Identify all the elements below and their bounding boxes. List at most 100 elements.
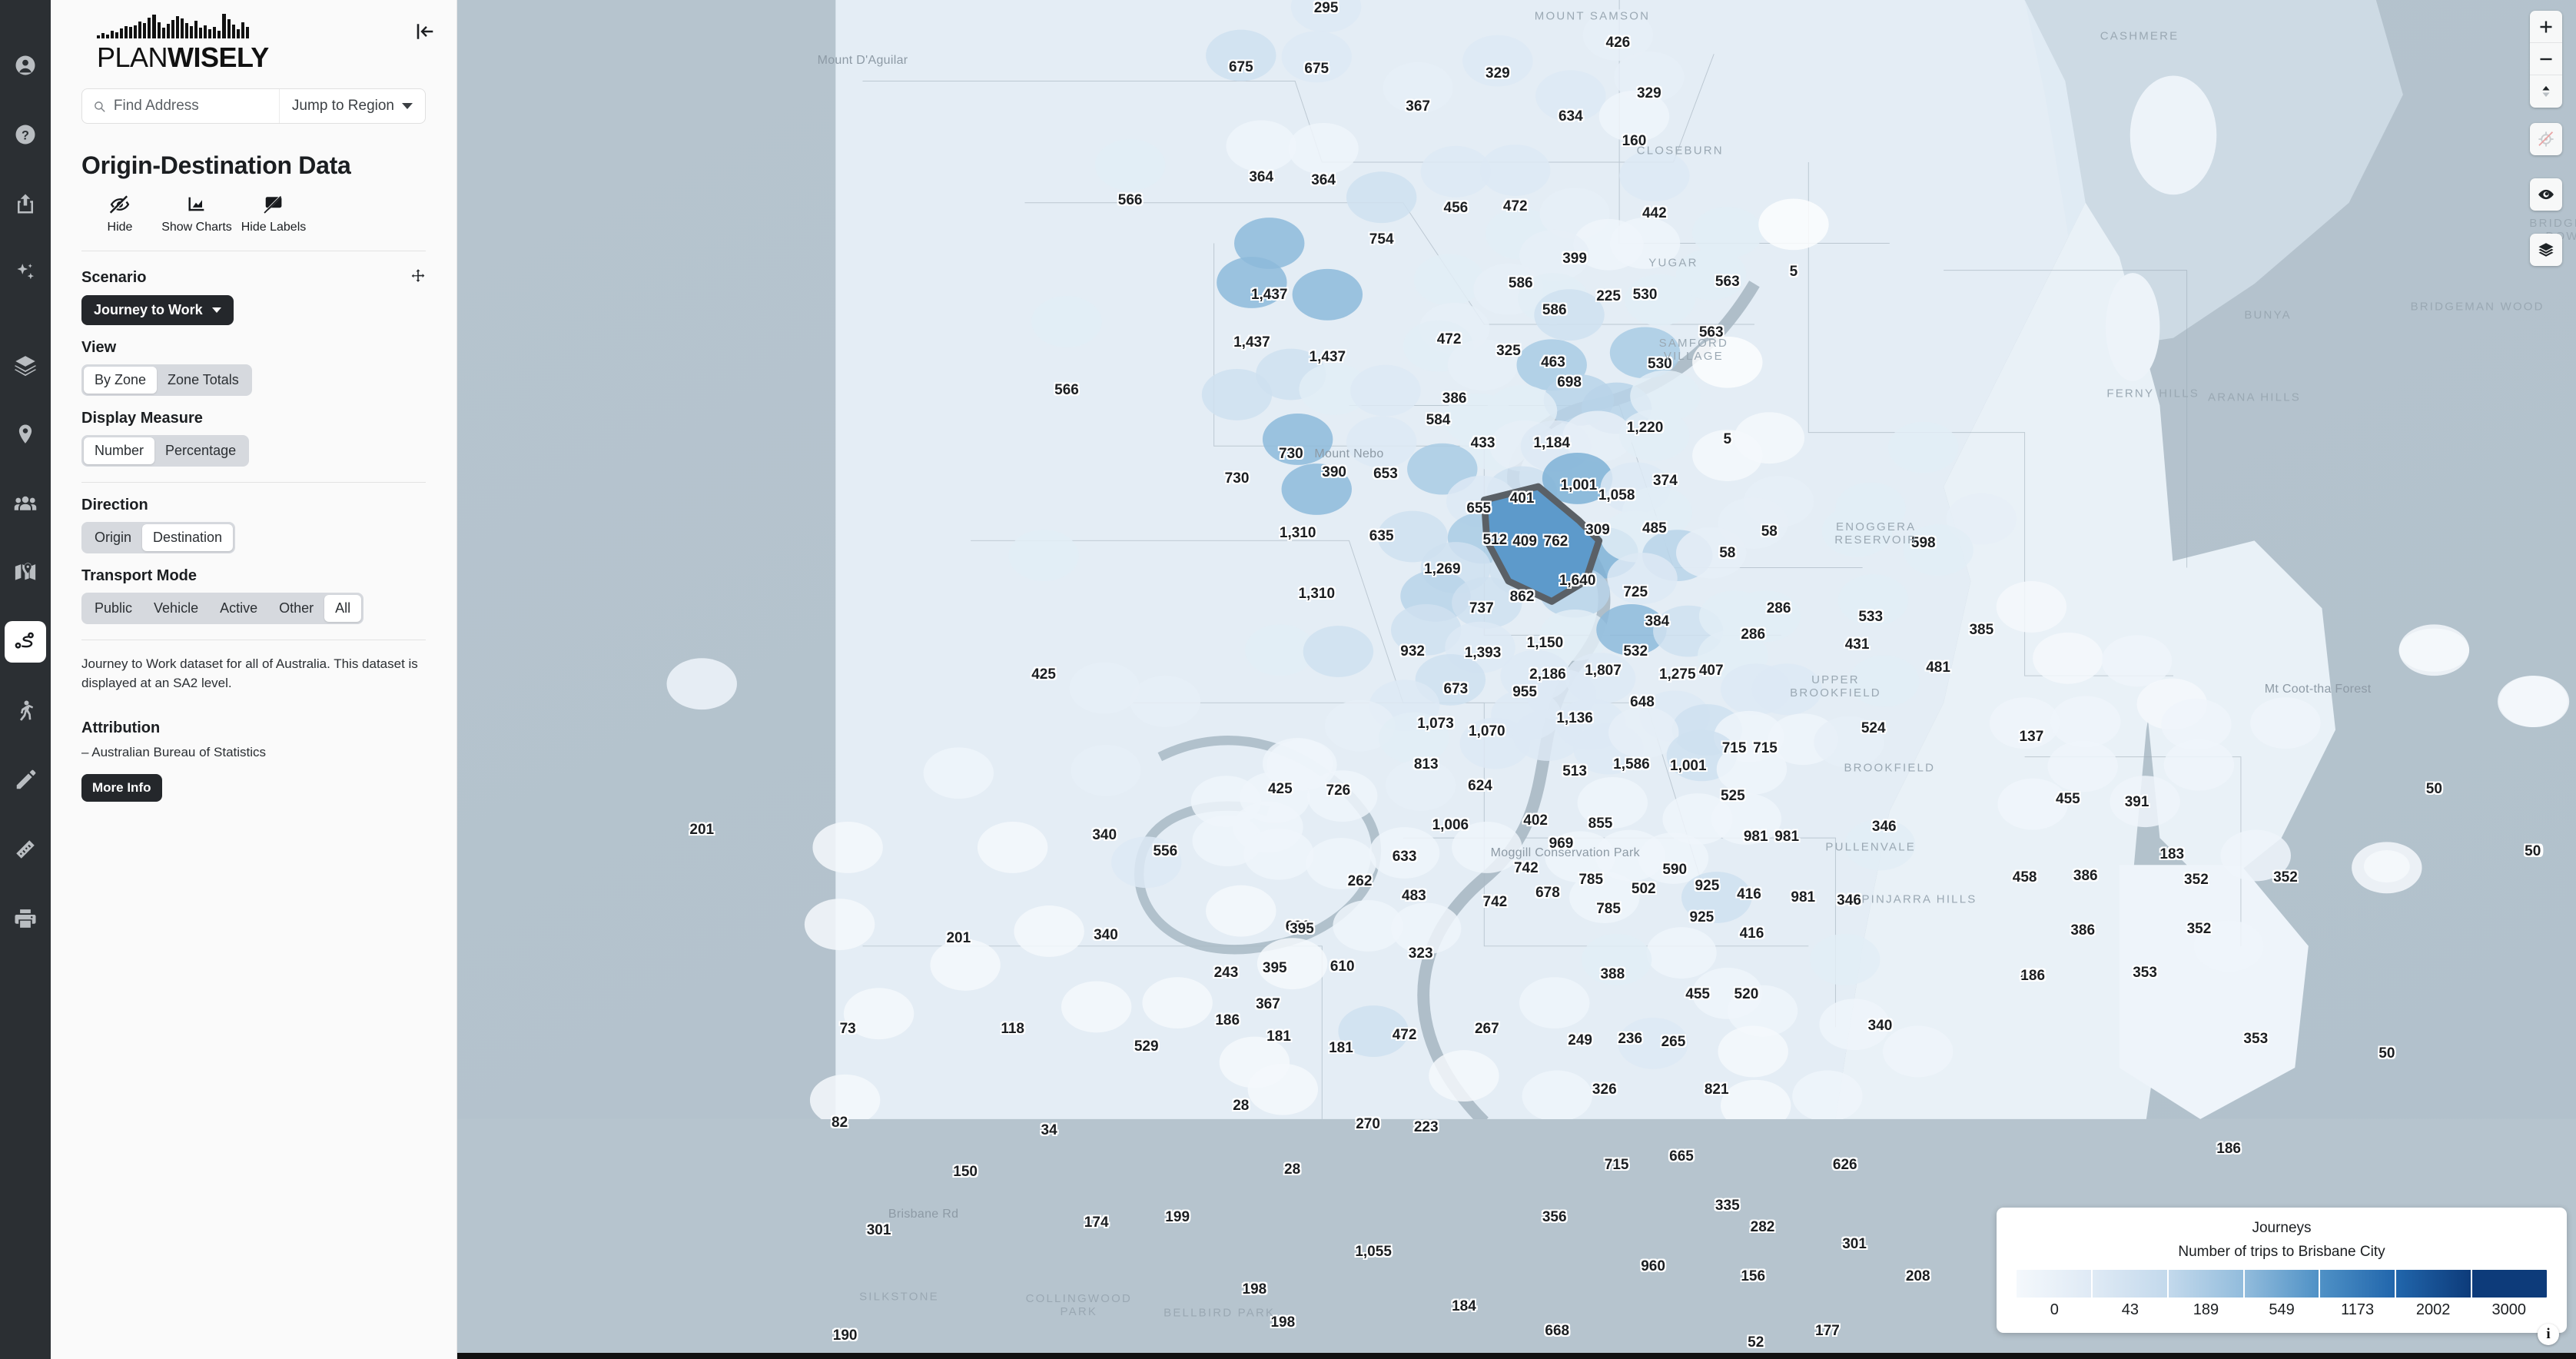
view-option-by-zone[interactable]: By Zone bbox=[84, 366, 158, 394]
place-name-label: BELLBIRD PARK bbox=[1164, 1306, 1276, 1320]
transport-mode-segmented-control: Public Vehicle Active Other All bbox=[81, 592, 364, 624]
search-bar: Jump to Region bbox=[81, 88, 426, 124]
pencil-icon[interactable] bbox=[5, 759, 46, 801]
map-layers-group bbox=[2530, 234, 2562, 266]
walking-icon[interactable] bbox=[5, 690, 46, 732]
legend-tick-labels: 0 43 189 549 1173 2002 3000 bbox=[2017, 1301, 2547, 1319]
label-off-icon bbox=[263, 195, 282, 214]
printer-icon[interactable] bbox=[5, 898, 46, 939]
ruler-icon[interactable] bbox=[5, 829, 46, 870]
attribution-heading: Attribution bbox=[81, 719, 161, 736]
direction-option-destination[interactable]: Destination bbox=[142, 523, 234, 551]
panel-divider-2 bbox=[81, 481, 426, 483]
zone-value-label: 52 bbox=[1748, 1334, 1764, 1351]
app-root: ? PLANWISELY Find Address Jump to Region… bbox=[0, 0, 2576, 1359]
zone-value-label: 282 bbox=[1750, 1219, 1775, 1236]
account-icon[interactable] bbox=[5, 45, 46, 86]
scenario-dropdown[interactable]: Journey to Work bbox=[81, 294, 234, 325]
collapse-panel-button[interactable] bbox=[410, 17, 440, 46]
search-input[interactable] bbox=[113, 98, 279, 115]
legend-color-segment bbox=[2472, 1270, 2547, 1298]
geolocate-button[interactable] bbox=[2530, 123, 2562, 155]
show-charts-button[interactable]: Show Charts bbox=[158, 194, 235, 235]
hide-layer-label: Hide bbox=[107, 221, 133, 234]
transport-mode-heading: Transport Mode bbox=[81, 567, 198, 584]
share-icon[interactable] bbox=[5, 183, 46, 224]
zoom-out-button[interactable] bbox=[2530, 43, 2562, 75]
zone-value-label: 301 bbox=[1842, 1235, 1867, 1252]
layers-button[interactable] bbox=[2530, 234, 2562, 266]
zone-value-label: 28 bbox=[1284, 1161, 1301, 1178]
zone-value-label: 184 bbox=[1452, 1298, 1476, 1314]
scenario-value: Journey to Work bbox=[94, 301, 203, 317]
search-icon bbox=[95, 101, 105, 112]
direction-option-origin[interactable]: Origin bbox=[84, 524, 142, 551]
zone-value-label: 34 bbox=[1041, 1122, 1057, 1139]
zone-value-label: 190 bbox=[832, 1327, 858, 1344]
jump-to-region-dropdown[interactable]: Jump to Region bbox=[278, 89, 425, 123]
zone-value-label: 335 bbox=[1715, 1198, 1740, 1214]
map-pin-icon[interactable] bbox=[5, 552, 46, 593]
zone-value-label: 668 bbox=[1545, 1322, 1570, 1339]
zone-value-label: 223 bbox=[1413, 1118, 1439, 1135]
mode-option-all[interactable]: All bbox=[324, 594, 362, 622]
legend-tick: 2002 bbox=[2415, 1301, 2451, 1318]
attribution-source: – Australian Bureau of Statistics bbox=[81, 744, 267, 759]
legend-color-segment bbox=[2396, 1270, 2473, 1298]
chevron-down-icon bbox=[211, 307, 221, 313]
location-pin-icon[interactable] bbox=[5, 414, 46, 455]
view-option-zone-totals[interactable]: Zone Totals bbox=[157, 367, 250, 394]
direction-segmented-control: Origin Destination bbox=[81, 521, 236, 553]
dataset-description: Journey to Work dataset for all of Austr… bbox=[81, 656, 418, 691]
brand-logo: PLANWISELY bbox=[68, 0, 440, 71]
hide-layer-button[interactable]: Hide bbox=[81, 194, 158, 235]
measure-option-percentage[interactable]: Percentage bbox=[154, 437, 247, 464]
more-info-button[interactable]: More Info bbox=[81, 773, 162, 802]
zone-value-label: 198 bbox=[1270, 1314, 1296, 1331]
zone-value-label: 626 bbox=[1832, 1157, 1857, 1174]
mode-option-other[interactable]: Other bbox=[268, 595, 324, 622]
zone-value-label: 665 bbox=[1669, 1148, 1694, 1165]
svg-text:?: ? bbox=[22, 128, 29, 142]
help-icon[interactable]: ? bbox=[5, 114, 46, 155]
zone-value-label: 960 bbox=[1641, 1258, 1665, 1275]
compass-tilt-button[interactable] bbox=[2530, 75, 2562, 108]
zone-value-label: 150 bbox=[953, 1163, 978, 1180]
choropleth-map bbox=[457, 0, 2576, 1119]
zoom-in-button[interactable] bbox=[2530, 11, 2562, 43]
legend-subtitle: Number of trips to Brisbane City bbox=[2178, 1244, 2385, 1260]
visibility-button[interactable] bbox=[2530, 178, 2562, 211]
mode-option-public[interactable]: Public bbox=[84, 595, 143, 622]
zone-value-label: 1,055 bbox=[1355, 1244, 1392, 1261]
map-viewport[interactable]: 295 675 675 426 329 329 367 634 160 364 364 456 472 4… bbox=[457, 0, 2576, 1359]
legend-color-segment bbox=[2168, 1270, 2245, 1298]
sidebar-item-origin-destination[interactable] bbox=[5, 621, 46, 663]
jump-to-region-label: Jump to Region bbox=[291, 98, 394, 114]
move-handle-icon[interactable] bbox=[410, 268, 426, 287]
legend-color-segment bbox=[2017, 1270, 2093, 1298]
legend-color-ramp bbox=[2017, 1270, 2547, 1298]
scenario-section-header: Scenario bbox=[81, 268, 426, 287]
zone-value-label: 177 bbox=[1815, 1322, 1840, 1339]
hide-labels-button[interactable]: Hide Labels bbox=[235, 194, 312, 235]
layers-icon[interactable] bbox=[5, 344, 46, 386]
display-measure-segmented-control: Number Percentage bbox=[81, 434, 250, 467]
geolocate-group bbox=[2530, 123, 2562, 155]
zone-value-label: 715 bbox=[1604, 1157, 1629, 1174]
zone-value-label: 174 bbox=[1084, 1214, 1109, 1231]
place-name-label: SILKSTONE bbox=[859, 1290, 939, 1304]
legend-color-segment bbox=[2092, 1270, 2169, 1298]
mode-option-active[interactable]: Active bbox=[209, 595, 268, 622]
left-icon-rail: ? bbox=[0, 0, 51, 1359]
view-heading: View bbox=[81, 338, 117, 356]
mode-option-vehicle[interactable]: Vehicle bbox=[143, 595, 209, 622]
people-icon[interactable] bbox=[5, 483, 46, 524]
measure-option-number[interactable]: Number bbox=[84, 437, 155, 464]
visibility-group bbox=[2530, 178, 2562, 211]
legend-tick: 189 bbox=[2193, 1301, 2219, 1318]
map-info-button[interactable]: i bbox=[2538, 1324, 2559, 1345]
ai-sparkle-icon[interactable] bbox=[5, 252, 46, 294]
place-name-label: Brisbane Rd bbox=[888, 1208, 959, 1221]
bottom-bar bbox=[457, 1353, 2576, 1359]
zone-value-label: 198 bbox=[1242, 1281, 1267, 1298]
